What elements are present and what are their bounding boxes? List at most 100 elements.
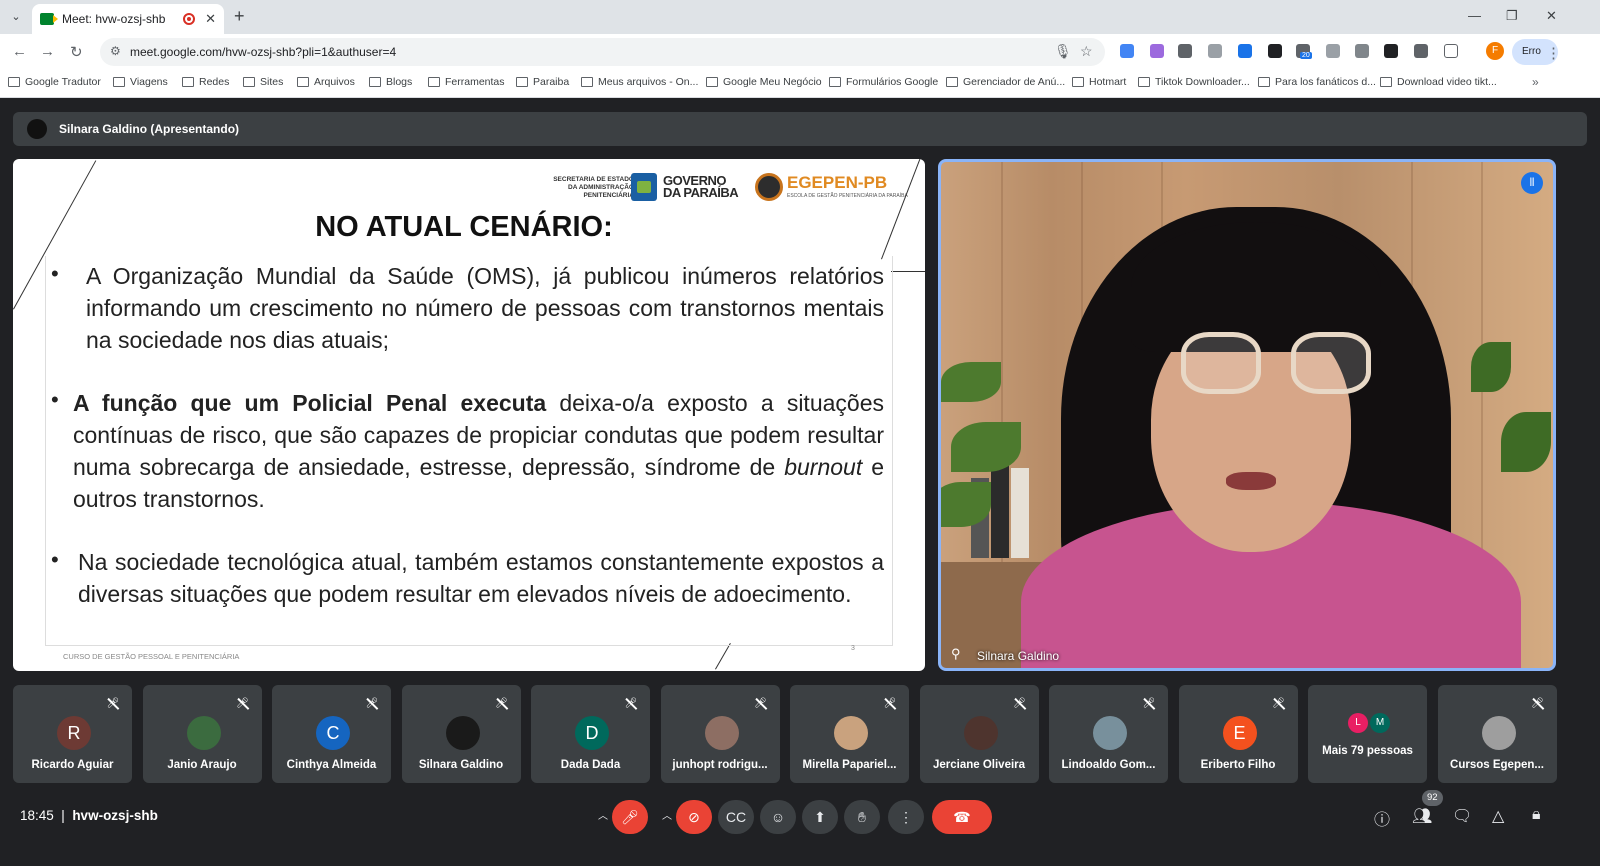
back-icon[interactable]: ←	[12, 43, 27, 60]
bookmark-item[interactable]: Tiktok Downloader...	[1138, 76, 1250, 88]
participant-tile[interactable]: 🎤︎ Janio Araujo	[142, 685, 262, 783]
url-text[interactable]: meet.google.com/hvw-ozsj-shb?pli=1&authu…	[130, 45, 396, 59]
bookmark-star-icon[interactable]: ☆	[1080, 43, 1093, 60]
raise-hand-icon[interactable]: ✋︎	[844, 800, 880, 834]
participant-tile[interactable]: 🎤︎ R Ricardo Aguiar	[13, 685, 132, 783]
camera-options-chevron-icon[interactable]: ︿	[662, 800, 672, 834]
profile-avatar[interactable]: F	[1486, 42, 1504, 60]
participant-tile[interactable]: 🎤︎ C Cinthya Almeida	[272, 685, 391, 783]
bookmark-folder-icon	[428, 77, 440, 87]
tab-search-icon[interactable]: ⌄	[6, 8, 26, 26]
fan-extension-icon[interactable]	[1355, 44, 1369, 58]
screen-record-extension-icon[interactable]	[1238, 44, 1252, 58]
address-bar[interactable]: ⚙ meet.google.com/hvw-ozsj-shb?pli=1&aut…	[100, 38, 1105, 66]
extensions-puzzle-icon[interactable]	[1444, 44, 1458, 58]
bookmark-label: Redes	[199, 76, 230, 88]
bookmark-item[interactable]: Download video tikt...	[1380, 76, 1497, 88]
tab-strip: ⌄ Meet: hvw-ozsj-shb ✕ + — ❐ ✕	[0, 0, 1600, 34]
bookmark-folder-icon	[113, 77, 125, 87]
reload-icon[interactable]: ↻	[70, 43, 83, 61]
camera-group: ︿ ⊘	[656, 800, 714, 834]
bookmark-folder-icon	[297, 77, 309, 87]
bookmark-item[interactable]: Google Meu Negócio	[706, 76, 822, 88]
bookmark-item[interactable]: Ferramentas	[428, 76, 505, 88]
activities-icon[interactable]: △	[1492, 806, 1504, 826]
mic-off-icon[interactable]: 🎤︎	[612, 800, 648, 834]
close-tab-icon[interactable]: ✕	[205, 11, 216, 27]
more-options-icon[interactable]: ⋮	[888, 800, 924, 834]
mic-group: ︿ 🎤︎	[592, 800, 650, 834]
bookmark-item[interactable]: Redes	[182, 76, 229, 88]
drive-extension-icon[interactable]	[1178, 44, 1192, 58]
bookmark-folder-icon	[243, 77, 255, 87]
bookmark-item[interactable]: Blogs	[369, 76, 412, 88]
chat-icon[interactable]: 🗨︎	[1452, 806, 1472, 826]
bookmark-label: Download video tikt...	[1397, 76, 1497, 88]
participant-avatar	[1093, 716, 1127, 750]
camera-off-icon[interactable]: ⊘	[676, 800, 712, 834]
emoji-icon[interactable]: ☺	[760, 800, 796, 834]
participant-tile[interactable]: 🎤︎ D Dada Dada	[531, 685, 650, 783]
meeting-details-icon[interactable]: ⓘ	[1374, 806, 1390, 830]
participant-tile[interactable]: 🎤︎ Silnara Galdino	[401, 685, 521, 783]
participant-tile[interactable]: 🎤︎ junhopt rodrigu...	[660, 685, 780, 783]
bookmark-label: Blogs	[386, 76, 413, 88]
participant-tile[interactable]: 🎤︎ Mirella Papariel...	[790, 685, 909, 783]
bookmark-item[interactable]: Paraiba	[516, 76, 569, 88]
presenter-video[interactable]: ⦀ ⚲ Silnara Galdino	[938, 159, 1556, 671]
slide-bullet-2-bold: A função que um Policial Penal executa	[73, 390, 547, 416]
mail-extension-icon[interactable]	[1326, 44, 1340, 58]
glasses-lens	[1291, 332, 1371, 394]
browser-toolbar: ← → ↻ ⚙ meet.google.com/hvw-ozsj-shb?pli…	[0, 34, 1600, 70]
microphone-icon[interactable]: 🎙	[1054, 43, 1072, 60]
code-extension-icon[interactable]	[1208, 44, 1222, 58]
bookmark-item[interactable]: Formulários Google	[829, 76, 938, 88]
host-controls-icon[interactable]: 🔒︎	[1532, 806, 1541, 824]
participant-tile[interactable]: 🎤︎ Cursos Egepen...	[1437, 685, 1557, 783]
plant-leaf	[941, 362, 1001, 402]
pencil-extension-icon[interactable]	[1268, 44, 1282, 58]
participant-tile[interactable]: L M Mais 79 pessoas	[1308, 685, 1427, 783]
forward-icon[interactable]: →	[40, 43, 55, 60]
people-icon[interactable]: 👥︎	[1412, 806, 1432, 826]
bookmark-item[interactable]: Viagens	[113, 76, 168, 88]
bookmark-item[interactable]: Google Tradutor	[8, 76, 101, 88]
close-window-icon[interactable]: ✕	[1546, 8, 1557, 24]
bookmark-label: Para los fanáticos d...	[1275, 76, 1376, 88]
bookmark-folder-icon	[1258, 77, 1270, 87]
muted-mic-icon: 🎤︎	[1531, 698, 1544, 709]
tab-meet[interactable]: Meet: hvw-ozsj-shb ✕	[32, 4, 224, 34]
bookmark-item[interactable]: Meus arquivos - On...	[581, 76, 698, 88]
chrome-menu-icon[interactable]: ⋮	[1546, 44, 1561, 62]
more-participant-avatar: M	[1370, 713, 1390, 733]
present-screen-icon[interactable]: ⬆	[802, 800, 838, 834]
bookmark-item[interactable]: Arquivos	[297, 76, 355, 88]
bookmark-label: Viagens	[130, 76, 168, 88]
participant-tile[interactable]: 🎤︎ Lindoaldo Gom...	[1049, 685, 1168, 783]
site-info-icon[interactable]: ⚙	[110, 44, 121, 58]
leave-call-icon[interactable]: ☎	[932, 800, 992, 834]
meeting-info: 18:45 | hvw-ozsj-shb	[20, 808, 158, 823]
logo-secretaria: SECRETARIA DE ESTADO DA ADMINISTRAÇÃO PE…	[553, 176, 634, 199]
new-tab-button[interactable]: +	[234, 6, 245, 27]
bookmark-item[interactable]: Gerenciador de Anú...	[946, 76, 1065, 88]
clock: 18:45	[20, 808, 54, 823]
pin-icon[interactable]: ⚲	[951, 646, 961, 662]
translate-extension-icon[interactable]	[1120, 44, 1134, 58]
participant-tile[interactable]: 🎤︎ Jerciane Oliveira	[919, 685, 1039, 783]
camera-extension-icon[interactable]	[1414, 44, 1428, 58]
mic-options-chevron-icon[interactable]: ︿	[598, 800, 608, 834]
bookmark-item[interactable]: Hotmart	[1072, 76, 1126, 88]
participant-avatar	[834, 716, 868, 750]
participant-avatar	[704, 716, 739, 750]
fx-extension-icon[interactable]	[1384, 44, 1398, 58]
captions-icon[interactable]: CC	[718, 800, 754, 834]
bookmark-item[interactable]: Para los fanáticos d...	[1258, 76, 1376, 88]
restore-icon[interactable]: ❐	[1506, 8, 1518, 24]
minimize-icon[interactable]: —	[1468, 8, 1481, 23]
more-bookmarks-icon[interactable]: »	[1532, 75, 1539, 89]
bookmark-item[interactable]: Sites	[243, 76, 283, 88]
logo-governo: GOVERNO DA PARAÍBA	[663, 174, 739, 199]
participant-tile[interactable]: 🎤︎ E Eriberto Filho	[1178, 685, 1298, 783]
pen-extension-icon[interactable]	[1150, 44, 1164, 58]
